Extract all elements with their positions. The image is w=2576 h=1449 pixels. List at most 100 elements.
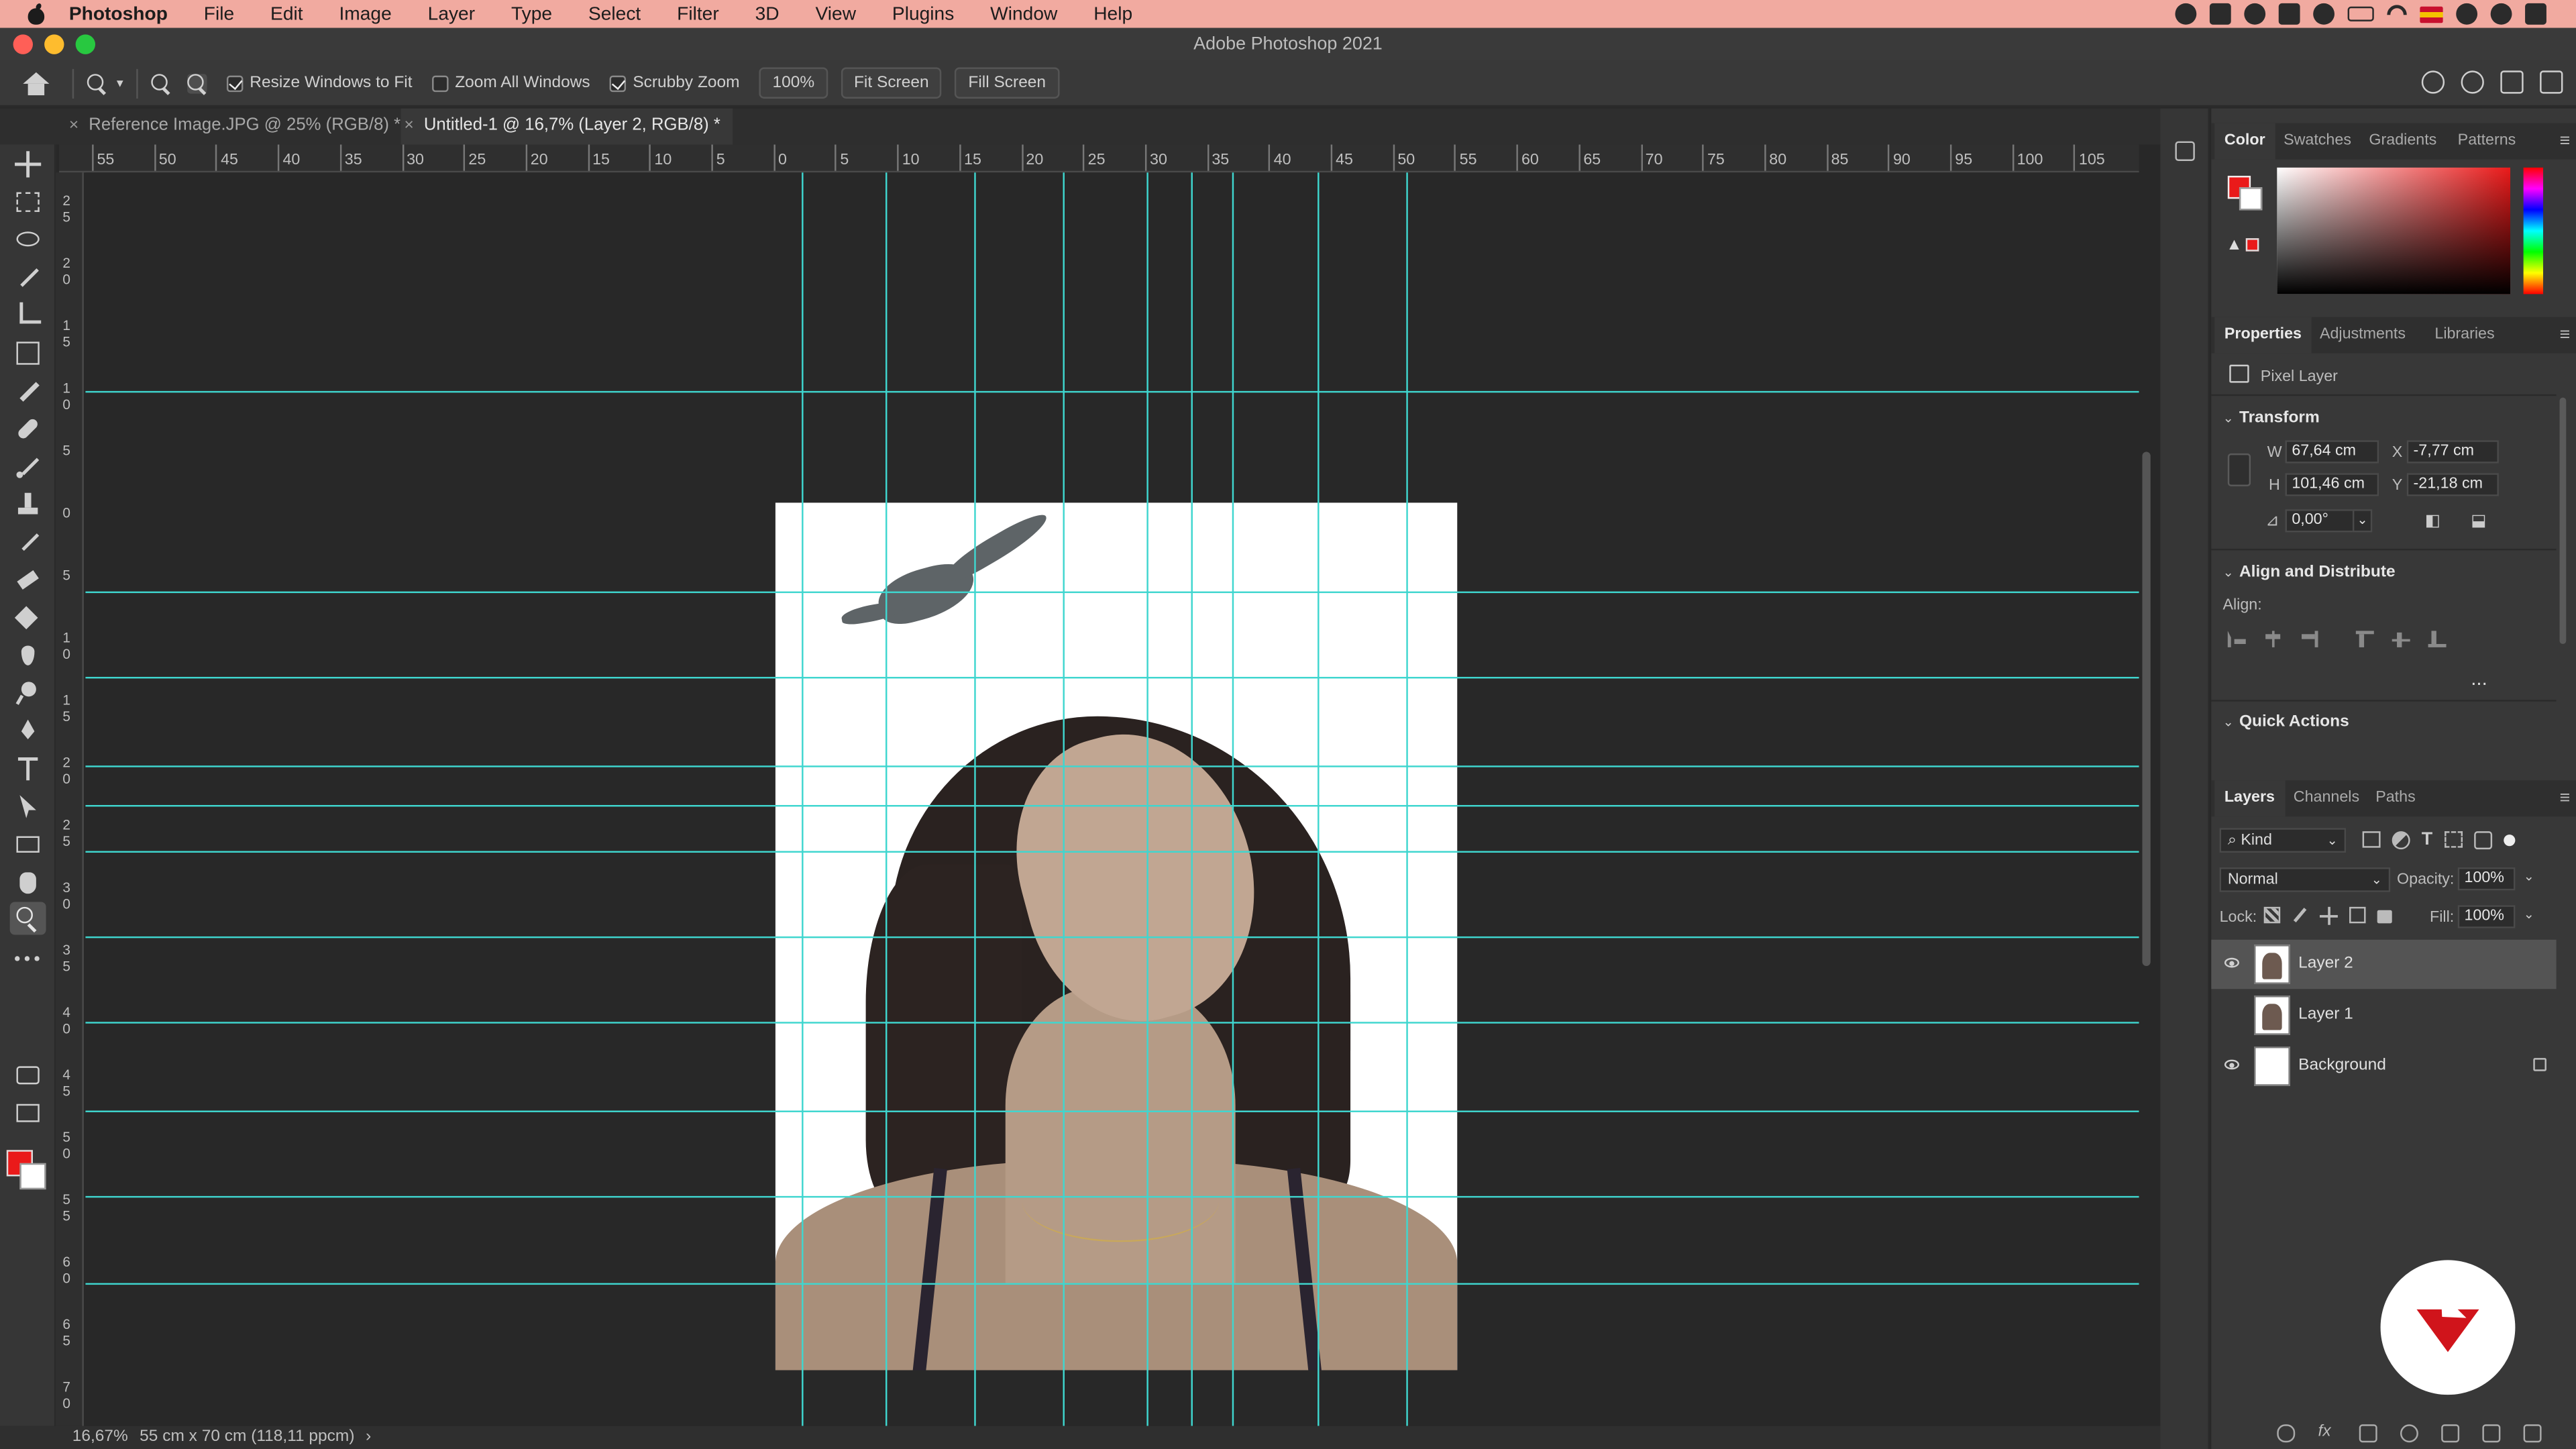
zoom-level[interactable]: 16,67% [72,1428,128,1446]
lock-position-icon[interactable] [2319,906,2338,925]
app-menu[interactable]: Photoshop [69,4,168,23]
angle-dropdown-icon[interactable]: ⌄ [2352,509,2373,533]
record-icon[interactable] [2244,3,2266,25]
filter-adjustment-icon[interactable] [2392,831,2410,850]
menu-help[interactable]: Help [1093,4,1132,23]
vertical-guide[interactable] [1232,172,1234,1426]
workspace-icon[interactable] [2500,70,2524,94]
lasso-tool-icon[interactable] [15,227,41,253]
path-selection-tool-icon[interactable] [15,794,41,820]
rectangle-tool-icon[interactable] [15,831,41,857]
resize-windows-checkbox[interactable]: Resize Windows to Fit [226,74,413,92]
hue-slider[interactable] [2523,167,2544,294]
zoom-window-button[interactable] [75,34,96,54]
zoom-all-windows-checkbox[interactable]: Zoom All Windows [431,74,590,92]
align-top-icon[interactable] [2355,631,2374,647]
panel-menu-icon[interactable] [2550,123,2569,160]
opacity-field[interactable]: 100% [2457,867,2516,891]
tab-libraries[interactable]: Libraries [2425,317,2505,354]
angle-field[interactable]: 0,00° [2285,509,2361,533]
document-info[interactable]: 55 cm x 70 cm (118,11 ppcm) › [140,1428,371,1446]
color-swatches[interactable] [6,1150,50,1193]
layer-row-layer-1[interactable]: Layer 1 [2211,991,2556,1040]
filter-type-icon[interactable]: T [2422,830,2432,849]
menu-plugins[interactable]: Plugins [892,4,954,23]
search-icon[interactable] [2461,70,2484,94]
layer-row-background[interactable]: Background [2211,1042,2556,1091]
trash-icon[interactable] [2523,1424,2542,1443]
tab-channels[interactable]: Channels [2284,780,2369,816]
vertical-guide[interactable] [1191,172,1193,1426]
more-options-button[interactable]: ... [2471,667,2487,690]
layer-row-layer-2[interactable]: Layer 2 [2211,939,2557,989]
filter-toggle-icon[interactable] [2503,835,2515,847]
close-window-button[interactable] [13,34,33,54]
fx-icon[interactable]: fx [2318,1424,2337,1442]
lock-brush-icon[interactable] [2288,903,2312,927]
align-center-v-icon[interactable] [2392,631,2410,647]
minimize-window-button[interactable] [44,34,64,54]
layer-filter-select[interactable]: ⌕ Kind ⌄ [2219,828,2347,853]
new-group-icon[interactable] [2441,1424,2460,1443]
tab-untitled-1[interactable]: × Untitled-1 @ 16,7% (Layer 2, RGB/8) * [400,108,733,145]
dodge-tool-icon[interactable] [15,680,41,706]
vertical-guide[interactable] [885,172,888,1426]
clone-stamp-tool-icon[interactable] [15,491,41,517]
zoom-tool-preset-icon[interactable] [87,72,107,93]
align-left-icon[interactable] [2227,631,2246,647]
chevron-right-icon[interactable]: › [366,1428,371,1446]
menu-type[interactable]: Type [511,4,552,23]
crop-tool-icon[interactable] [15,302,42,329]
tab-paths[interactable]: Paths [2366,780,2426,816]
align-center-h-icon[interactable] [2263,631,2282,647]
align-distribute-title[interactable]: Align and Distribute [2239,564,2396,582]
height-field[interactable]: 101,46 cm [2285,473,2379,496]
zoom-percent-button[interactable]: 100% [759,67,828,99]
quick-actions-title[interactable]: Quick Actions [2239,713,2349,731]
visibility-eye-icon[interactable] [2224,1059,2239,1070]
history-brush-tool-icon[interactable] [15,529,41,555]
vertical-guide[interactable] [1318,172,1320,1426]
zoom-out-icon[interactable] [187,72,207,93]
chevron-down-icon[interactable]: ⌄ [2524,869,2534,884]
creative-cloud-icon[interactable] [2175,3,2197,25]
control-center-icon[interactable] [2525,3,2546,25]
menu-view[interactable]: View [815,4,856,23]
horizontal-guide[interactable] [85,591,2139,594]
vertical-guide[interactable] [802,172,804,1426]
horizontal-guide[interactable] [85,1110,2139,1112]
horizontal-guide[interactable] [85,936,2139,938]
canvas-area[interactable] [85,172,2139,1426]
menu-window[interactable]: Window [990,4,1057,23]
tab-reference-image[interactable]: × Reference Image.JPG @ 25% (RGB/8) * [66,109,400,145]
move-tool-icon[interactable] [15,151,42,178]
adjustment-layer-icon[interactable] [2400,1424,2418,1443]
eraser-tool-icon[interactable] [15,567,41,593]
quick-mask-icon[interactable] [15,1061,41,1087]
chevron-down-icon[interactable]: ⌄ [2222,714,2233,729]
menu-3d[interactable]: 3D [755,4,780,23]
link-layers-icon[interactable] [2277,1424,2296,1443]
new-layer-icon[interactable] [2482,1424,2501,1443]
vertical-guide[interactable] [1406,172,1408,1426]
panel-menu-icon[interactable] [2550,317,2569,354]
screen-share-icon[interactable] [2209,3,2231,25]
tab-properties[interactable]: Properties [2214,317,2312,354]
menu-filter[interactable]: Filter [677,4,719,23]
visibility-toggle-empty[interactable] [2224,1009,2239,1020]
close-tab-icon[interactable]: × [69,109,78,143]
horizontal-guide[interactable] [85,765,2139,767]
properties-scrollbar[interactable] [2559,397,2567,645]
hand-tool-icon[interactable] [15,869,41,896]
frame-tool-icon[interactable] [15,340,41,366]
horizontal-guide[interactable] [85,390,2139,393]
input-source-flag-icon[interactable] [2420,5,2443,23]
align-right-icon[interactable] [2300,631,2318,647]
link-proportions-icon[interactable] [2227,453,2251,486]
menu-file[interactable]: File [204,4,234,23]
tab-swatches[interactable]: Swatches [2273,123,2361,160]
y-field[interactable]: -21,18 cm [2406,473,2499,496]
bluetooth-icon[interactable] [2456,3,2478,25]
filter-smart-object-icon[interactable] [2473,831,2492,850]
fill-field[interactable]: 100% [2457,905,2516,928]
